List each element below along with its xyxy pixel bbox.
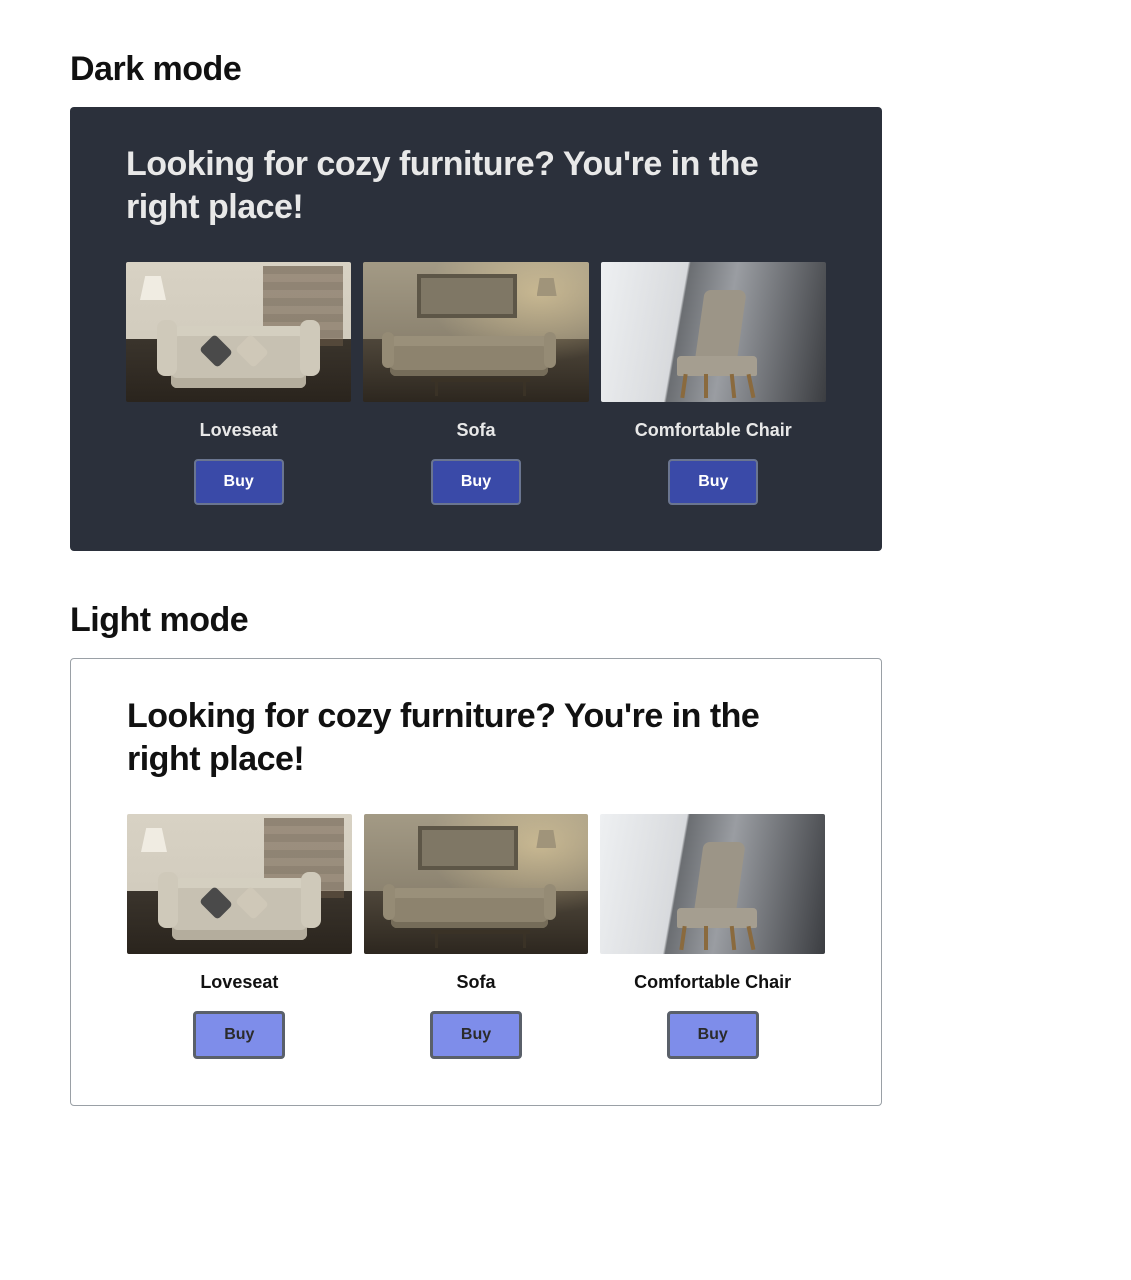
product-card-sofa: Sofa Buy (363, 262, 588, 505)
product-name: Comfortable Chair (635, 420, 792, 441)
section-heading-dark: Dark mode (70, 50, 1061, 89)
panel-dark-mode: Looking for cozy furniture? You're in th… (70, 107, 882, 551)
product-card-chair: Comfortable Chair Buy (601, 262, 826, 505)
buy-button-chair[interactable]: Buy (667, 1011, 759, 1059)
product-image-loveseat (127, 814, 352, 954)
product-name: Loveseat (200, 972, 278, 993)
buy-button-loveseat[interactable]: Buy (194, 459, 284, 505)
buy-button-loveseat[interactable]: Buy (193, 1011, 285, 1059)
hero-title: Looking for cozy furniture? You're in th… (126, 143, 826, 228)
product-cards: Loveseat Buy Sofa Buy Comfortable Chair … (126, 262, 826, 505)
product-card-chair: Comfortable Chair Buy (600, 814, 825, 1059)
buy-button-sofa[interactable]: Buy (430, 1011, 522, 1059)
product-name: Comfortable Chair (634, 972, 791, 993)
product-card-sofa: Sofa Buy (364, 814, 589, 1059)
product-image-loveseat (126, 262, 351, 402)
product-image-chair (601, 262, 826, 402)
product-name: Sofa (456, 420, 495, 441)
buy-button-sofa[interactable]: Buy (431, 459, 521, 505)
product-image-sofa (364, 814, 589, 954)
product-name: Loveseat (200, 420, 278, 441)
product-card-loveseat: Loveseat Buy (126, 262, 351, 505)
panel-light-mode: Looking for cozy furniture? You're in th… (70, 658, 882, 1106)
product-image-chair (600, 814, 825, 954)
section-heading-light: Light mode (70, 601, 1061, 640)
product-card-loveseat: Loveseat Buy (127, 814, 352, 1059)
product-name: Sofa (457, 972, 496, 993)
product-cards: Loveseat Buy Sofa Buy Comfortable Chair … (127, 814, 825, 1059)
hero-title: Looking for cozy furniture? You're in th… (127, 695, 825, 780)
product-image-sofa (363, 262, 588, 402)
buy-button-chair[interactable]: Buy (668, 459, 758, 505)
